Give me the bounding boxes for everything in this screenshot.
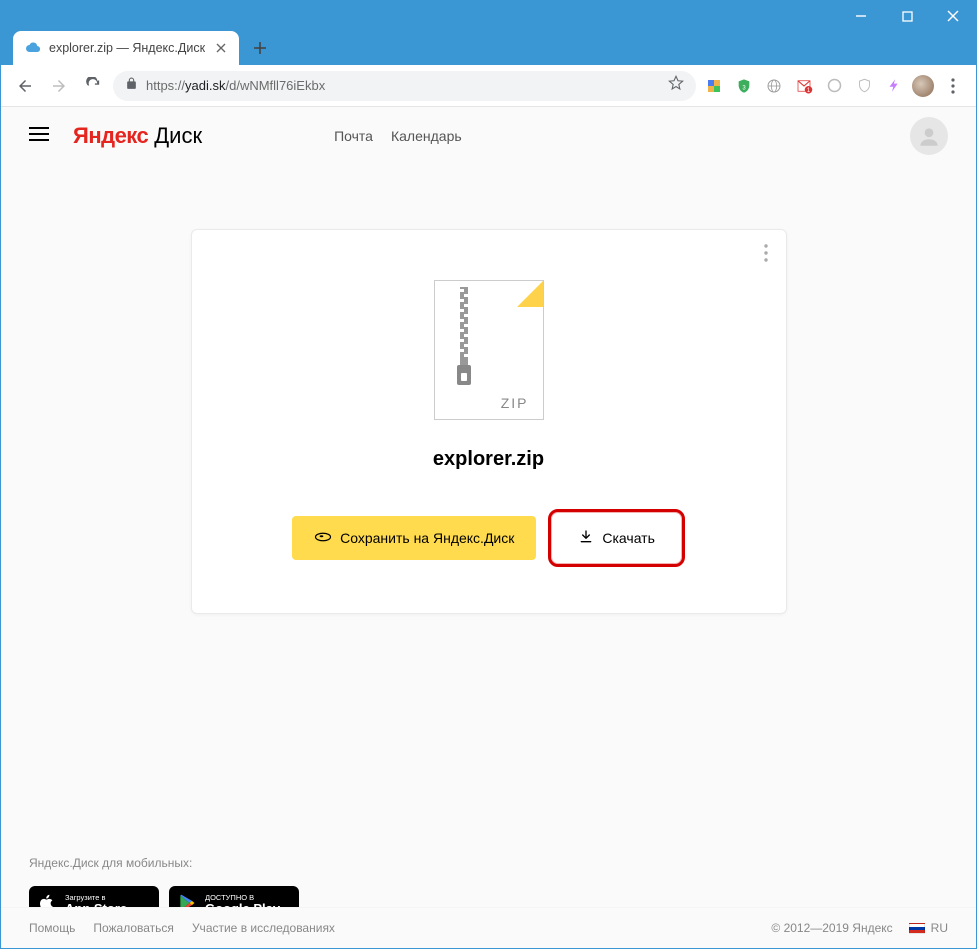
nav-reload-button[interactable] [79,72,107,100]
chrome-profile-avatar[interactable] [912,75,934,97]
address-bar[interactable]: https://yadi.sk/d/wNMfll76iEkbx [113,71,696,101]
logo-yandex-text: Яндекс [73,123,148,149]
window-titlebar [1,1,976,31]
yandex-header: Яндекс Диск Почта Календарь [1,107,976,165]
tab-close-button[interactable] [213,40,229,56]
disk-icon [314,528,332,549]
language-selector[interactable]: RU [909,921,948,935]
ru-flag-icon [909,923,925,934]
browser-tabstrip: explorer.zip — Яндекс.Диск [1,31,976,65]
save-button-label: Сохранить на Яндекс.Диск [340,530,514,546]
download-button-label: Скачать [602,530,655,546]
cloud-icon [25,40,41,56]
nav-calendar-link[interactable]: Календарь [391,128,462,144]
menu-icon[interactable] [29,126,51,147]
logo-disk-text: Диск [154,123,202,149]
window-close-button[interactable] [930,1,976,31]
new-tab-button[interactable] [245,33,275,63]
account-avatar[interactable] [910,117,948,155]
footer-copyright: © 2012—2019 Яндекс [771,921,892,935]
extension-shield-outline-icon[interactable] [852,74,876,98]
nav-mail-link[interactable]: Почта [334,128,373,144]
zip-file-icon: ZIP [434,280,544,420]
nav-back-button[interactable] [11,72,39,100]
window-maximize-button[interactable] [884,1,930,31]
extension-globe-icon[interactable] [762,74,786,98]
chrome-menu-button[interactable] [940,78,966,94]
page-footer: Помощь Пожаловаться Участие в исследован… [1,907,976,948]
yandex-nav: Почта Календарь [334,128,462,144]
browser-toolbar: https://yadi.sk/d/wNMfll76iEkbx 3 1 [1,65,976,107]
lock-icon [125,77,138,95]
extension-shield-icon[interactable]: 3 [732,74,756,98]
bookmark-star-icon[interactable] [668,75,684,96]
file-ext-label: ZIP [501,395,529,411]
language-label: RU [931,921,948,935]
footer-help-link[interactable]: Помощь [29,921,75,935]
extension-bolt-icon[interactable] [882,74,906,98]
extension-icon[interactable] [702,74,726,98]
file-name: explorer.zip [222,448,756,471]
download-button[interactable]: Скачать [555,516,678,560]
footer-research-link[interactable]: Участие в исследованиях [192,921,335,935]
download-highlight: Скачать [548,509,685,567]
mobile-apps-label: Яндекс.Диск для мобильных: [29,856,192,870]
tab-title: explorer.zip — Яндекс.Диск [49,41,205,55]
extension-mail-icon[interactable]: 1 [792,74,816,98]
nav-forward-button[interactable] [45,72,73,100]
page-content: Яндекс Диск Почта Календарь [1,107,976,948]
save-to-disk-button[interactable]: Сохранить на Яндекс.Диск [292,516,536,560]
extension-icon[interactable] [822,74,846,98]
url-text: https://yadi.sk/d/wNMfll76iEkbx [146,78,325,93]
window-minimize-button[interactable] [838,1,884,31]
browser-tab-active[interactable]: explorer.zip — Яндекс.Диск [13,31,239,65]
card-more-button[interactable] [764,244,768,267]
yandex-disk-logo[interactable]: Яндекс Диск [73,123,202,149]
file-card: ZIP explorer.zip Сохранить на Яндекс.Дис… [191,229,787,614]
footer-report-link[interactable]: Пожаловаться [93,921,174,935]
download-icon [578,529,594,548]
